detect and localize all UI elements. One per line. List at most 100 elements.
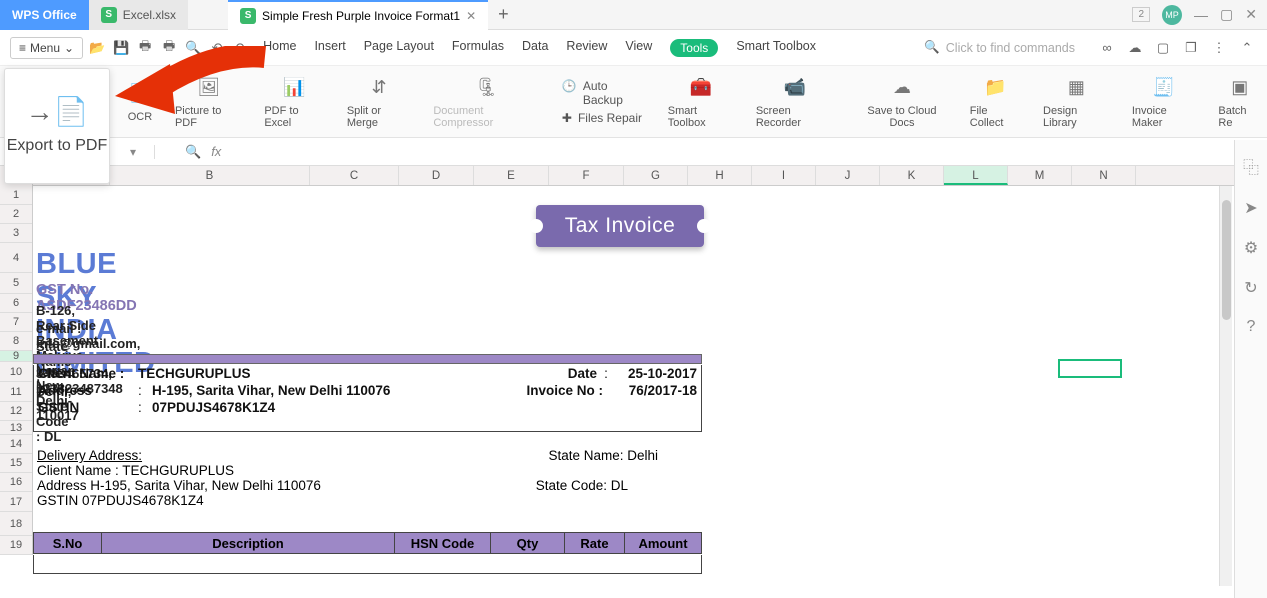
history-icon[interactable]: ↻	[1244, 278, 1257, 298]
annotation-arrow	[105, 46, 275, 136]
row-header[interactable]: 3	[0, 224, 32, 243]
maximize-icon[interactable]: ▢	[1220, 6, 1233, 23]
row-header[interactable]: 12	[0, 402, 32, 421]
tab-page-layout[interactable]: Page Layout	[364, 39, 434, 57]
row-header[interactable]: 2	[0, 205, 32, 224]
row-header[interactable]: 4	[0, 243, 32, 273]
tab-review[interactable]: Review	[566, 39, 607, 57]
sliders-icon[interactable]: ⚙	[1244, 238, 1258, 258]
row-header[interactable]: 14	[0, 435, 32, 454]
selected-cell[interactable]	[1058, 359, 1122, 378]
column-header[interactable]: M	[1008, 166, 1072, 185]
ribbon-split-merge[interactable]: ⇵Split or Merge	[347, 75, 412, 129]
row-header[interactable]: 15	[0, 454, 32, 473]
ribbon-files-repair[interactable]: ✚Files Repair	[562, 111, 646, 125]
ribbon-file-collect[interactable]: 📁File Collect	[970, 75, 1021, 129]
spreadsheet-area[interactable]: Tax Invoice BLUE SKY INDIA LIMITED GST N…	[33, 186, 1267, 555]
tab-smart-toolbox[interactable]: Smart Toolbox	[736, 39, 816, 57]
row-header[interactable]: 11	[0, 382, 32, 402]
cloud-icon[interactable]: ☁	[1125, 38, 1145, 58]
column-header[interactable]: N	[1072, 166, 1136, 185]
table-header-row: S.No Description HSN Code Qty Rate Amoun…	[33, 532, 702, 554]
row-header[interactable]: 6	[0, 294, 32, 313]
tab-formulas[interactable]: Formulas	[452, 39, 504, 57]
backup-icon: 🕒	[562, 79, 577, 107]
compressor-icon: 🗜	[474, 75, 500, 101]
toolbox-icon: 🧰	[688, 75, 714, 101]
close-icon[interactable]: ✕	[466, 9, 476, 23]
column-header[interactable]: L	[944, 166, 1008, 185]
tab-label: Excel.xlsx	[123, 8, 176, 22]
counter-badge[interactable]: 2	[1132, 7, 1150, 22]
tab-excel[interactable]: S Excel.xlsx	[89, 0, 188, 30]
search-icon: 🔍	[924, 40, 940, 55]
ribbon-design-library[interactable]: ▦Design Library	[1043, 75, 1110, 129]
column-header[interactable]: H	[688, 166, 752, 185]
column-header[interactable]: F	[549, 166, 624, 185]
zoom-icon[interactable]: 🔍	[185, 144, 201, 160]
row-header[interactable]: 16	[0, 473, 32, 492]
window-icon[interactable]: ❐	[1181, 38, 1201, 58]
tab-invoice[interactable]: S Simple Fresh Purple Invoice Format1 ✕	[228, 0, 488, 30]
menu-button[interactable]: ≡ Menu ⌄	[10, 37, 83, 59]
row-header[interactable]: 1	[0, 186, 32, 205]
ribbon-auto-backup[interactable]: 🕒Auto Backup	[562, 79, 646, 107]
app-tab[interactable]: WPS Office	[0, 0, 89, 30]
column-headers: ABCDEFGHIJKLMN	[33, 166, 1267, 186]
column-header[interactable]: D	[399, 166, 474, 185]
collapse-icon[interactable]: ⌃	[1237, 38, 1257, 58]
export-pdf-button[interactable]: →📄 Export to PDF	[4, 68, 110, 184]
column-header[interactable]: G	[624, 166, 688, 185]
tab-label: Simple Fresh Purple Invoice Format1	[262, 9, 460, 23]
row-header[interactable]: 10	[0, 362, 32, 382]
row-header[interactable]: 7	[0, 313, 32, 332]
row-headers: 12345678910111213141516171819	[0, 186, 33, 555]
tab-insert[interactable]: Insert	[314, 39, 345, 57]
chevron-down-icon: ⌄	[64, 41, 74, 55]
minimize-icon[interactable]: —	[1194, 7, 1208, 23]
column-header[interactable]: E	[474, 166, 549, 185]
column-header[interactable]: B	[110, 166, 310, 185]
cloud-icon: ☁	[889, 75, 915, 101]
box-icon[interactable]: ▢	[1153, 38, 1173, 58]
ribbon-invoice-maker[interactable]: 🧾Invoice Maker	[1132, 75, 1197, 129]
row-header[interactable]: 19	[0, 536, 32, 555]
row-header[interactable]: 8	[0, 332, 32, 351]
column-header[interactable]: C	[310, 166, 399, 185]
more-icon[interactable]: ⋮	[1209, 38, 1229, 58]
panel-icon[interactable]: ⿻	[1243, 154, 1259, 178]
ribbon-smart-toolbox[interactable]: 🧰Smart Toolbox	[668, 75, 734, 129]
titlebar: WPS Office S Excel.xlsx S Simple Fresh P…	[0, 0, 1267, 30]
column-header[interactable]: J	[816, 166, 880, 185]
tab-data[interactable]: Data	[522, 39, 548, 57]
collect-icon: 📁	[982, 75, 1008, 101]
search-commands[interactable]: 🔍 Click to find commands	[924, 40, 1075, 55]
share-icon[interactable]: ∞	[1097, 38, 1117, 58]
table-row	[33, 555, 702, 574]
fx-label: fx	[211, 144, 221, 159]
column-header[interactable]: I	[752, 166, 816, 185]
tab-view[interactable]: View	[625, 39, 652, 57]
row-header[interactable]: 9	[0, 351, 32, 362]
row-header[interactable]: 17	[0, 492, 32, 512]
ribbon-compressor: 🗜Document Compressor	[433, 75, 540, 129]
ribbon-batch[interactable]: ▣Batch Re	[1218, 75, 1261, 129]
tab-tools[interactable]: Tools	[670, 39, 718, 57]
export-pdf-icon: →📄	[26, 95, 89, 128]
vertical-scrollbar[interactable]	[1219, 186, 1232, 586]
ribbon-save-cloud[interactable]: ☁Save to Cloud Docs	[856, 75, 948, 129]
avatar[interactable]: MP	[1162, 5, 1182, 25]
split-merge-icon: ⇵	[366, 75, 392, 101]
row-header[interactable]: 18	[0, 512, 32, 536]
column-header[interactable]: K	[880, 166, 944, 185]
close-icon[interactable]: ✕	[1245, 6, 1257, 23]
help-icon[interactable]: ?	[1247, 318, 1256, 336]
new-tab-button[interactable]: +	[488, 4, 519, 25]
ribbon-screen-recorder[interactable]: 📹Screen Recorder	[756, 75, 834, 129]
formula-bar: ▾ 🔍 fx	[0, 138, 1267, 166]
row-header[interactable]: 13	[0, 421, 32, 435]
cursor-icon[interactable]: ➤	[1244, 198, 1257, 218]
spreadsheet-icon: S	[101, 7, 117, 23]
invoice-icon: 🧾	[1151, 75, 1177, 101]
row-header[interactable]: 5	[0, 273, 32, 294]
